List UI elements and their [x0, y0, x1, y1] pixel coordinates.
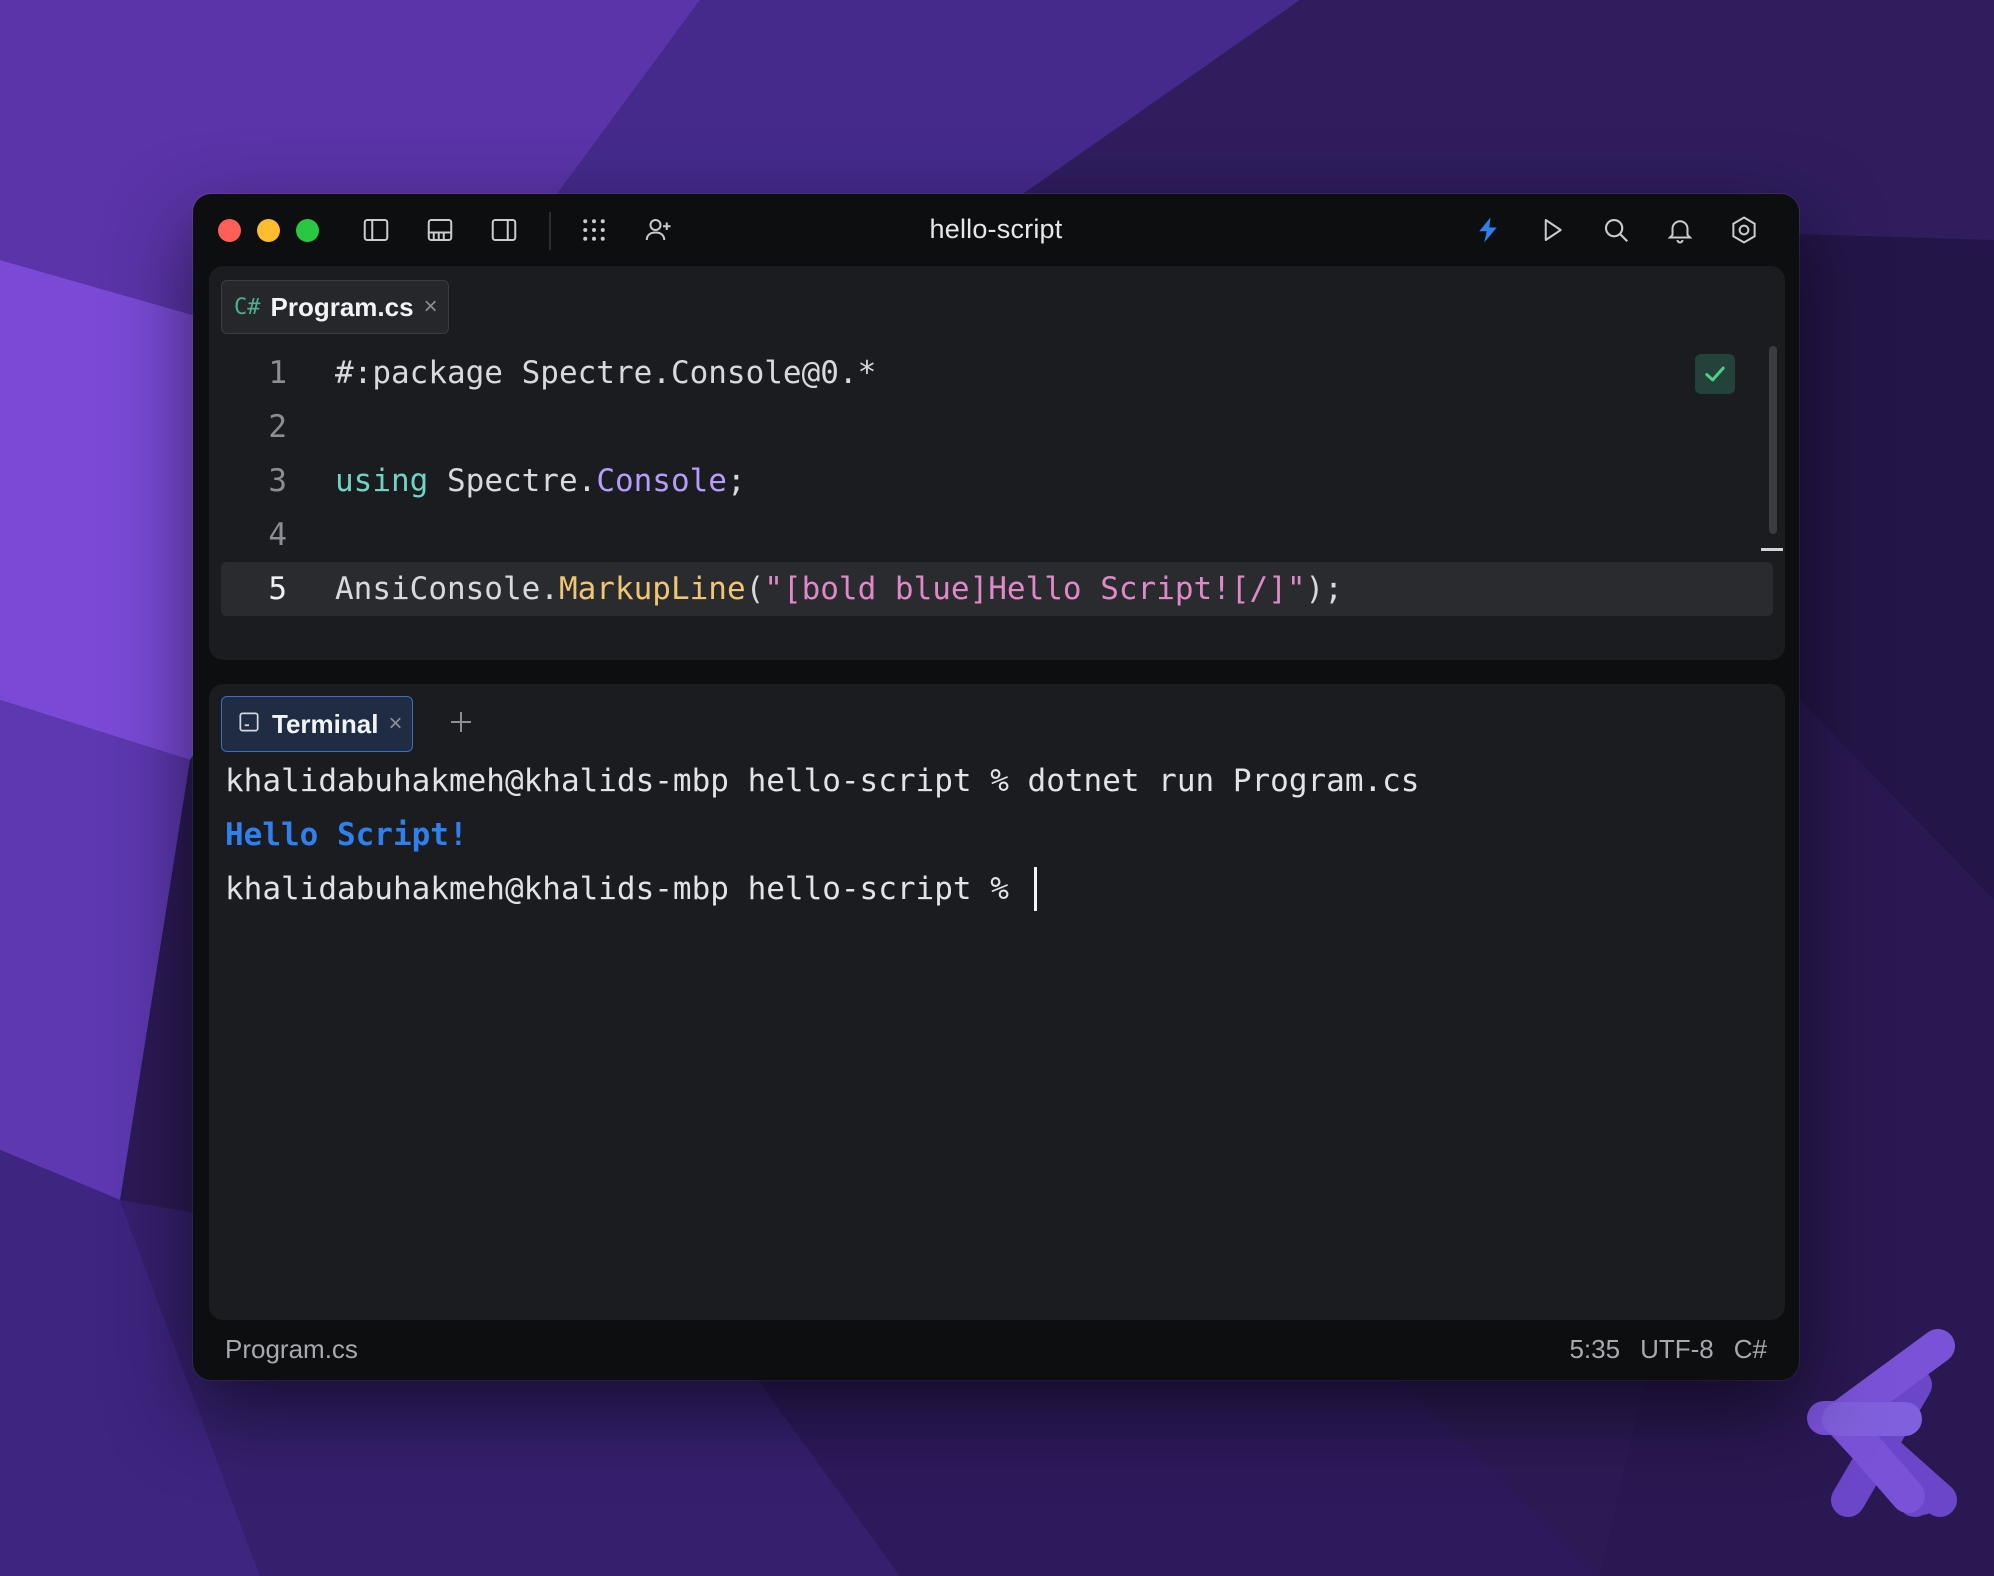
line-number: 1 [268, 355, 287, 391]
current-code-line[interactable]: 5 AnsiConsole.MarkupLine("[bold blue]Hel… [221, 562, 1773, 616]
punctuation-token: ); [1305, 571, 1343, 607]
code-line[interactable]: 4 [209, 508, 1785, 562]
code-text: using Spectre.Console; [335, 463, 746, 499]
editor-panel: C# Program.cs × 1 #:package Spectre.Cons… [209, 266, 1785, 660]
code-text: AnsiConsole.MarkupLine("[bold blue]Hello… [335, 571, 1343, 607]
check-icon[interactable] [1695, 354, 1735, 394]
settings-icon[interactable] [1726, 212, 1762, 248]
csharp-file-icon: C# [234, 294, 261, 320]
terminal-panel: Terminal × khalidabuhakmeh@khalids-mbp h… [209, 684, 1785, 1320]
editor-tab-program-cs[interactable]: C# Program.cs × [221, 280, 449, 334]
close-tab-icon[interactable]: × [388, 710, 402, 738]
lightning-icon[interactable] [1470, 212, 1506, 248]
keyword-token: using [335, 463, 429, 499]
terminal-output[interactable]: khalidabuhakmeh@khalids-mbp hello-script… [225, 754, 1419, 916]
terminal-line: khalidabuhakmeh@khalids-mbp hello-script… [225, 763, 1420, 799]
line-number: 5 [268, 571, 287, 607]
title-bar: hello-script [193, 194, 1799, 266]
terminal-tab[interactable]: Terminal × [221, 696, 414, 752]
punctuation-token: ( [745, 571, 765, 607]
editor-tab-label: Program.cs [270, 291, 414, 322]
bell-icon[interactable] [1662, 212, 1698, 248]
status-encoding[interactable]: UTF-8 [1640, 1334, 1714, 1365]
line-number: 4 [268, 517, 287, 553]
status-language[interactable]: C# [1734, 1334, 1767, 1365]
app-window: hello-script C# Program.cs × 1 #:package… [193, 194, 1799, 1380]
class-token: Console [596, 463, 727, 499]
string-token: "[bold blue]Hello Script![/]" [764, 571, 1306, 607]
search-icon[interactable] [1598, 212, 1634, 248]
status-right-group: 5:35 UTF-8 C# [1569, 1334, 1767, 1365]
run-icon[interactable] [1534, 212, 1570, 248]
terminal-tab-label: Terminal [272, 708, 379, 739]
scrollbar-marker [1761, 548, 1783, 551]
code-line[interactable]: 3 using Spectre.Console; [209, 454, 1785, 508]
code-line[interactable]: 2 [209, 400, 1785, 454]
terminal-icon [236, 709, 262, 740]
punctuation-token: ; [726, 463, 746, 499]
method-token: MarkupLine [558, 571, 746, 607]
code-text: #:package Spectre.Console@0.* [335, 355, 877, 391]
object-token: AnsiConsole. [335, 571, 559, 607]
terminal-prompt-line: khalidabuhakmeh@khalids-mbp hello-script… [225, 862, 1419, 916]
editor-scrollbar[interactable] [1769, 346, 1777, 534]
text-cursor [1033, 867, 1037, 911]
plus-icon[interactable] [441, 702, 481, 742]
close-tab-icon[interactable]: × [424, 293, 438, 321]
line-number: 2 [268, 409, 287, 445]
terminal-prompt: khalidabuhakmeh@khalids-mbp hello-script… [225, 871, 1028, 907]
code-line[interactable]: 1 #:package Spectre.Console@0.* [209, 346, 1785, 400]
code-area[interactable]: 1 #:package Spectre.Console@0.* 2 3 usin… [209, 346, 1785, 616]
status-file[interactable]: Program.cs [225, 1334, 358, 1365]
status-bar: Program.cs 5:35 UTF-8 C# [193, 1320, 1799, 1380]
status-position[interactable]: 5:35 [1569, 1334, 1620, 1365]
namespace-token: Spectre. [428, 463, 597, 499]
terminal-line: Hello Script! [225, 817, 468, 853]
line-number: 3 [268, 463, 287, 499]
